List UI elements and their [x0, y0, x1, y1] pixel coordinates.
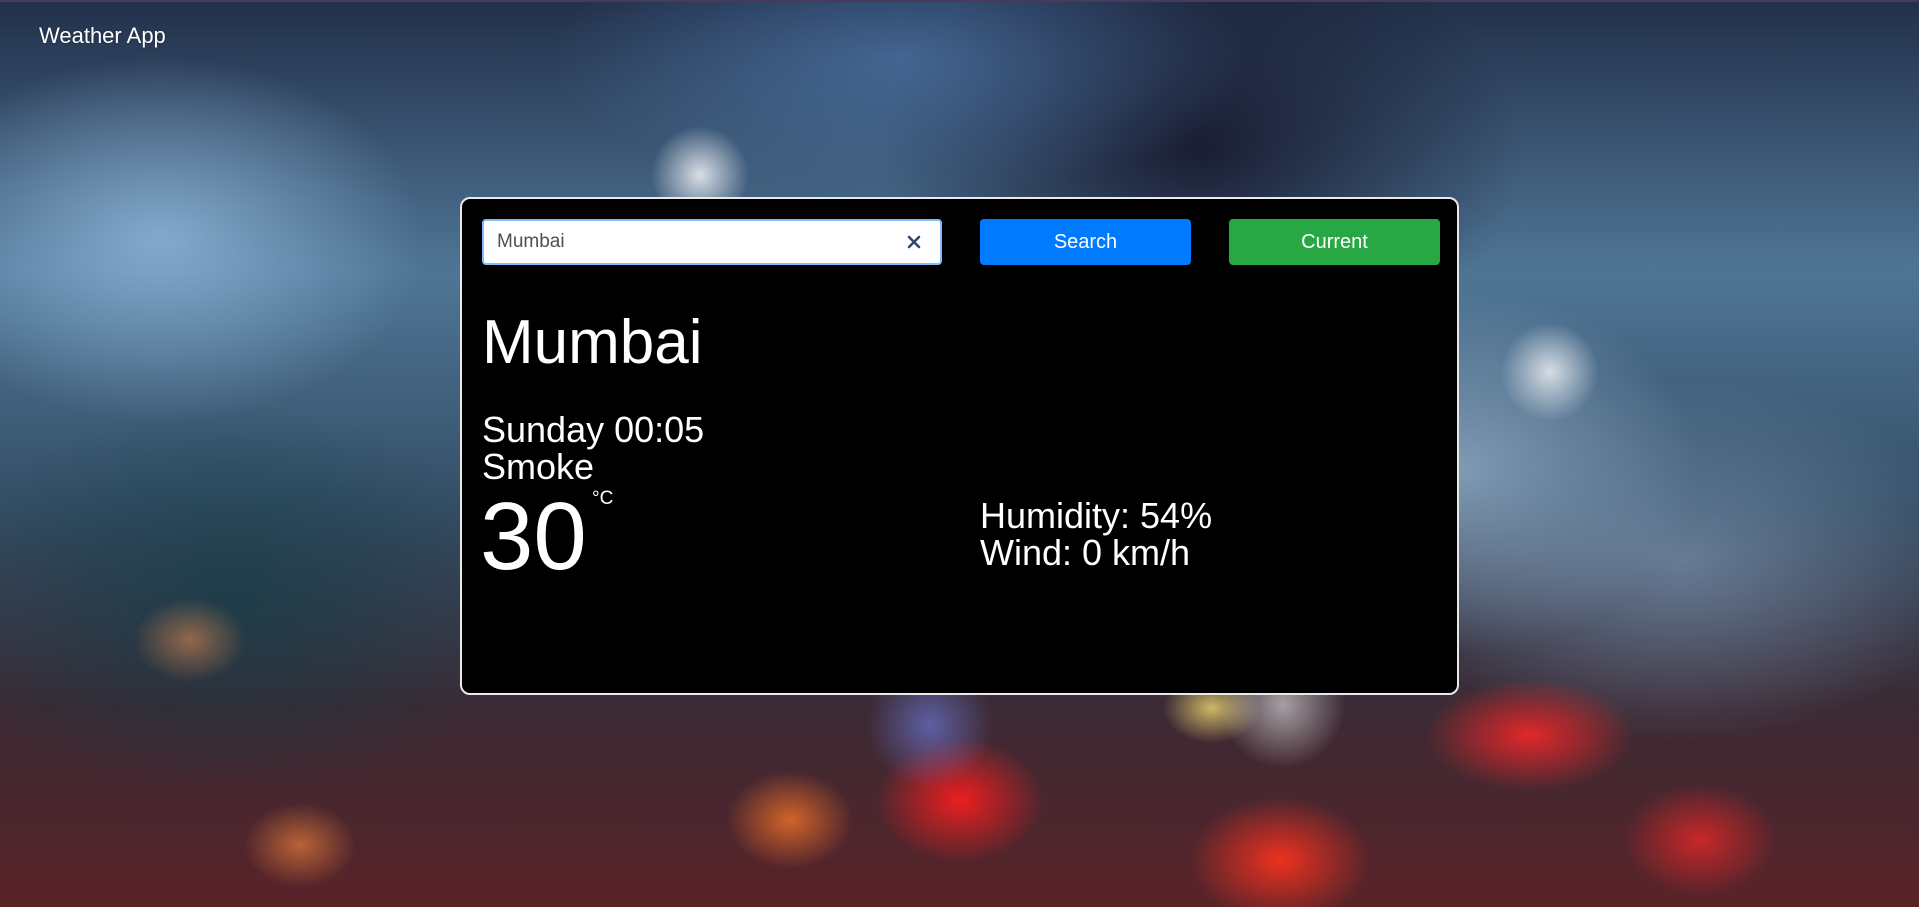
- close-icon[interactable]: [904, 232, 924, 252]
- temperature: 30 °C: [480, 483, 613, 590]
- city-name: Mumbai: [482, 308, 703, 377]
- day-time: Sunday 00:05: [482, 409, 705, 450]
- weather-page: { "app": { "title": "Weather App" }, "se…: [0, 0, 1919, 907]
- weather-condition: Smoke: [482, 446, 595, 487]
- top-border: [0, 0, 1919, 2]
- search-input[interactable]: [484, 222, 897, 262]
- search-field[interactable]: [482, 219, 942, 265]
- search-button[interactable]: Search: [980, 219, 1191, 265]
- temperature-unit: °C: [592, 488, 614, 509]
- current-location-button[interactable]: Current: [1229, 219, 1440, 265]
- weather-details: Humidity: 54% Wind: 0 km/h: [980, 497, 1212, 571]
- temperature-value: 30: [480, 483, 587, 590]
- humidity: Humidity: 54%: [980, 495, 1213, 536]
- weather-card: Search Current Mumbai Sunday 00:05 Smoke…: [460, 197, 1459, 695]
- wind: Wind: 0 km/h: [980, 532, 1191, 573]
- app-title[interactable]: Weather App: [39, 23, 166, 49]
